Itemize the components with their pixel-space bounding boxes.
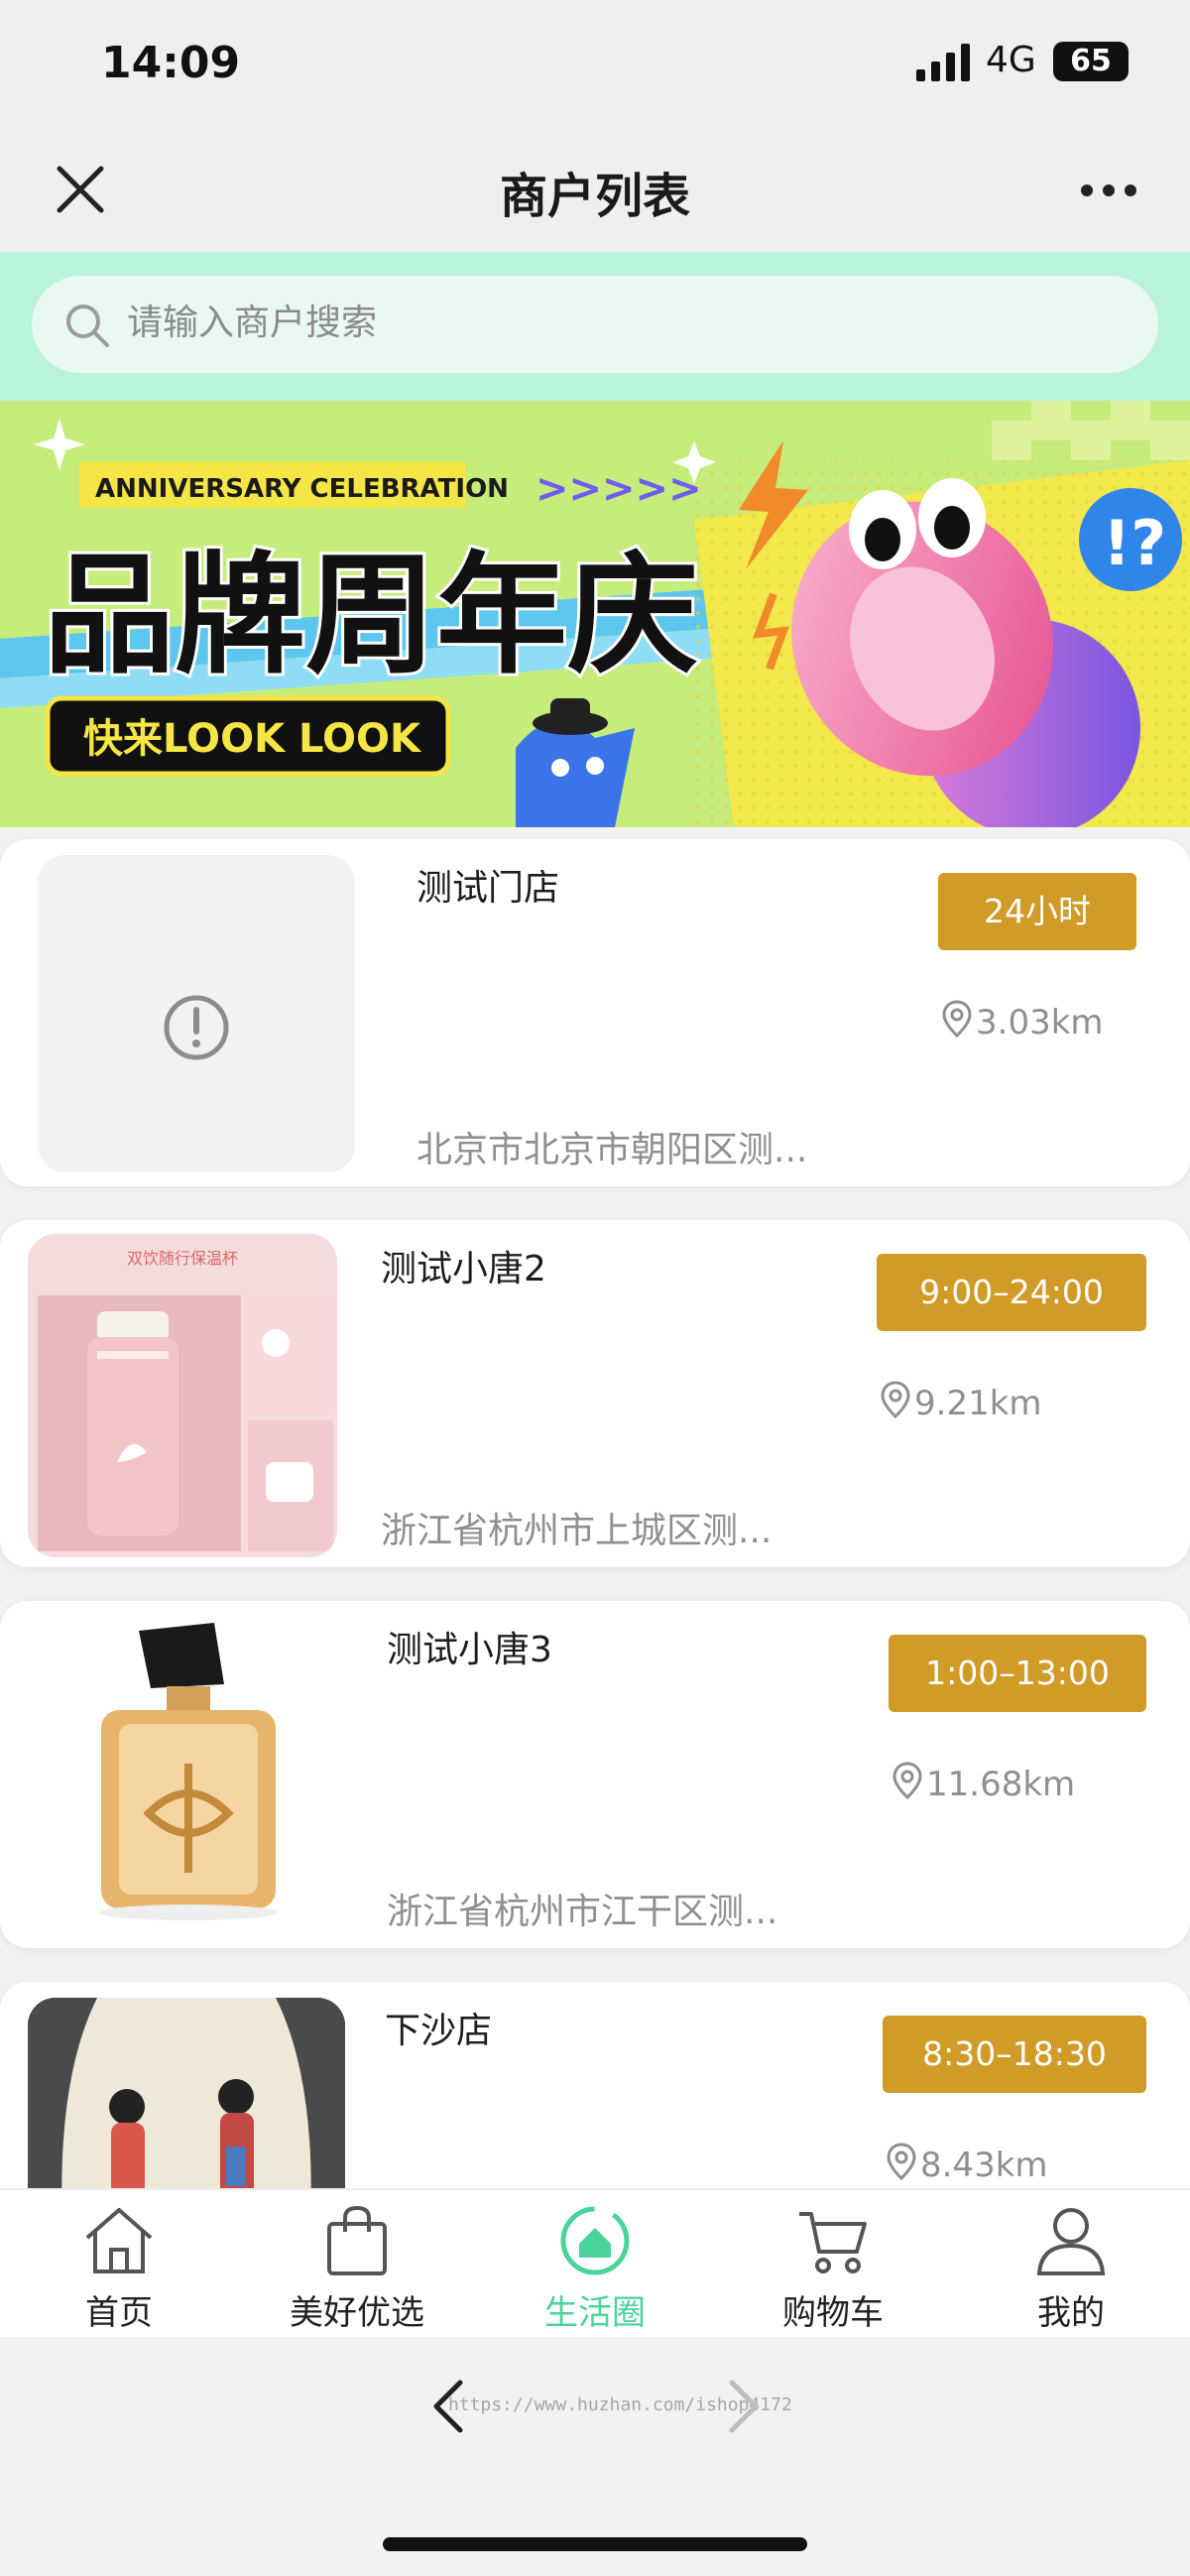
location-pin-icon xyxy=(887,2143,916,2181)
network-type: 4G xyxy=(986,40,1036,80)
store-name: 测试小唐2 xyxy=(381,1249,546,1289)
cart-icon xyxy=(799,2212,867,2273)
banner-sub: 快来LOOK LOOK xyxy=(83,716,422,762)
store-address: 浙江省杭州市江干区测... xyxy=(387,1892,778,1932)
tab-label: 首页 xyxy=(85,2293,153,2333)
store-card[interactable]: 双饮随行保温杯 测试小唐2 9:00–24:00 9.21km 浙江省杭州市上城… xyxy=(0,1220,1190,1567)
hours-badge: 8:30–18:30 xyxy=(883,2016,1146,2093)
home-indicator[interactable] xyxy=(383,2537,807,2551)
status-bar: 14:09 4G 65 xyxy=(0,0,1190,129)
forward-arrow-icon[interactable] xyxy=(724,2377,764,2436)
status-time: 14:09 xyxy=(101,38,241,88)
store-address: 北京市北京市朝阳区测... xyxy=(416,1130,808,1170)
store-name: 测试门店 xyxy=(416,868,560,909)
page-title: 商户列表 xyxy=(499,169,690,224)
banner-art: ANNIVERSARY CELEBRATION >>>>> 品牌周年庆 快来LO… xyxy=(0,401,1190,827)
search-icon xyxy=(66,305,109,347)
store-address: 浙江省杭州市上城区测... xyxy=(381,1511,773,1551)
store-distance: 9.21km xyxy=(881,1381,1042,1425)
store-name: 下沙店 xyxy=(385,2011,493,2051)
thermos-cup-image: 双饮随行保温杯 xyxy=(28,1234,337,1557)
svg-text:!?: !? xyxy=(1103,507,1166,579)
distance-value: 9.21km xyxy=(914,1384,1042,1423)
distance-value: 3.03km xyxy=(976,1003,1104,1043)
store-image-cup: 双饮随行保温杯 xyxy=(28,1234,337,1557)
search-area: 请输入商户搜索 xyxy=(0,252,1190,401)
store-image-placeholder xyxy=(38,855,355,1172)
hours-badge: 24小时 xyxy=(938,873,1136,950)
store-distance: 3.03km xyxy=(942,1000,1104,1044)
store-distance: 11.68km xyxy=(892,1762,1075,1806)
battery-icon: 65 xyxy=(1053,42,1129,81)
location-pin-icon xyxy=(942,1000,972,1039)
banner-headline: 品牌周年庆 xyxy=(44,540,698,692)
banner-tag: ANNIVERSARY CELEBRATION xyxy=(95,474,509,504)
banner-arrows: >>>>> xyxy=(536,466,702,512)
store-card[interactable]: 测试门店 24小时 3.03km 北京市北京市朝阳区测... xyxy=(0,839,1190,1186)
product-image-text: 双饮随行保温杯 xyxy=(127,1249,238,1268)
tab-cart[interactable]: 购物车 xyxy=(734,2204,932,2333)
store-name: 测试小唐3 xyxy=(387,1630,552,1670)
hours-badge: 1:00–13:00 xyxy=(889,1635,1146,1712)
nav-bar: 商户列表 xyxy=(0,129,1190,252)
tab-label: 购物车 xyxy=(782,2293,884,2333)
tab-label: 美好优选 xyxy=(290,2293,424,2333)
alert-icon xyxy=(164,995,229,1060)
tab-label: 生活圈 xyxy=(544,2293,646,2333)
user-icon xyxy=(1036,2208,1106,2275)
distance-value: 8.43km xyxy=(920,2146,1048,2185)
search-placeholder: 请输入商户搜索 xyxy=(127,303,378,343)
signal-icon xyxy=(916,44,970,81)
tab-home[interactable]: 首页 xyxy=(20,2204,218,2333)
home-icon xyxy=(85,2208,153,2273)
tab-life-circle[interactable]: 生活圈 xyxy=(496,2204,694,2333)
store-image-perfume xyxy=(30,1615,347,1932)
store-distance: 8.43km xyxy=(887,2143,1048,2187)
location-pin-icon xyxy=(881,1381,910,1419)
hours-badge: 9:00–24:00 xyxy=(877,1254,1146,1331)
search-input[interactable]: 请输入商户搜索 xyxy=(32,276,1158,373)
promo-banner[interactable]: ANNIVERSARY CELEBRATION >>>>> 品牌周年庆 快来LO… xyxy=(0,401,1190,827)
tab-label: 我的 xyxy=(1037,2293,1105,2333)
tab-picks[interactable]: 美好优选 xyxy=(258,2204,456,2333)
shopping-bag-icon xyxy=(327,2205,387,2275)
more-icon[interactable] xyxy=(1079,181,1138,200)
location-pin-icon xyxy=(892,1762,922,1800)
perfume-bottle-image xyxy=(30,1615,347,1932)
bottom-tab-bar: 首页 美好优选 生活圈 购物车 我的 xyxy=(0,2188,1190,2337)
tab-mine[interactable]: 我的 xyxy=(972,2204,1170,2333)
distance-value: 11.68km xyxy=(926,1765,1076,1804)
store-card[interactable]: 测试小唐3 1:00–13:00 11.68km 浙江省杭州市江干区测... xyxy=(0,1601,1190,1948)
life-circle-icon xyxy=(560,2206,630,2275)
